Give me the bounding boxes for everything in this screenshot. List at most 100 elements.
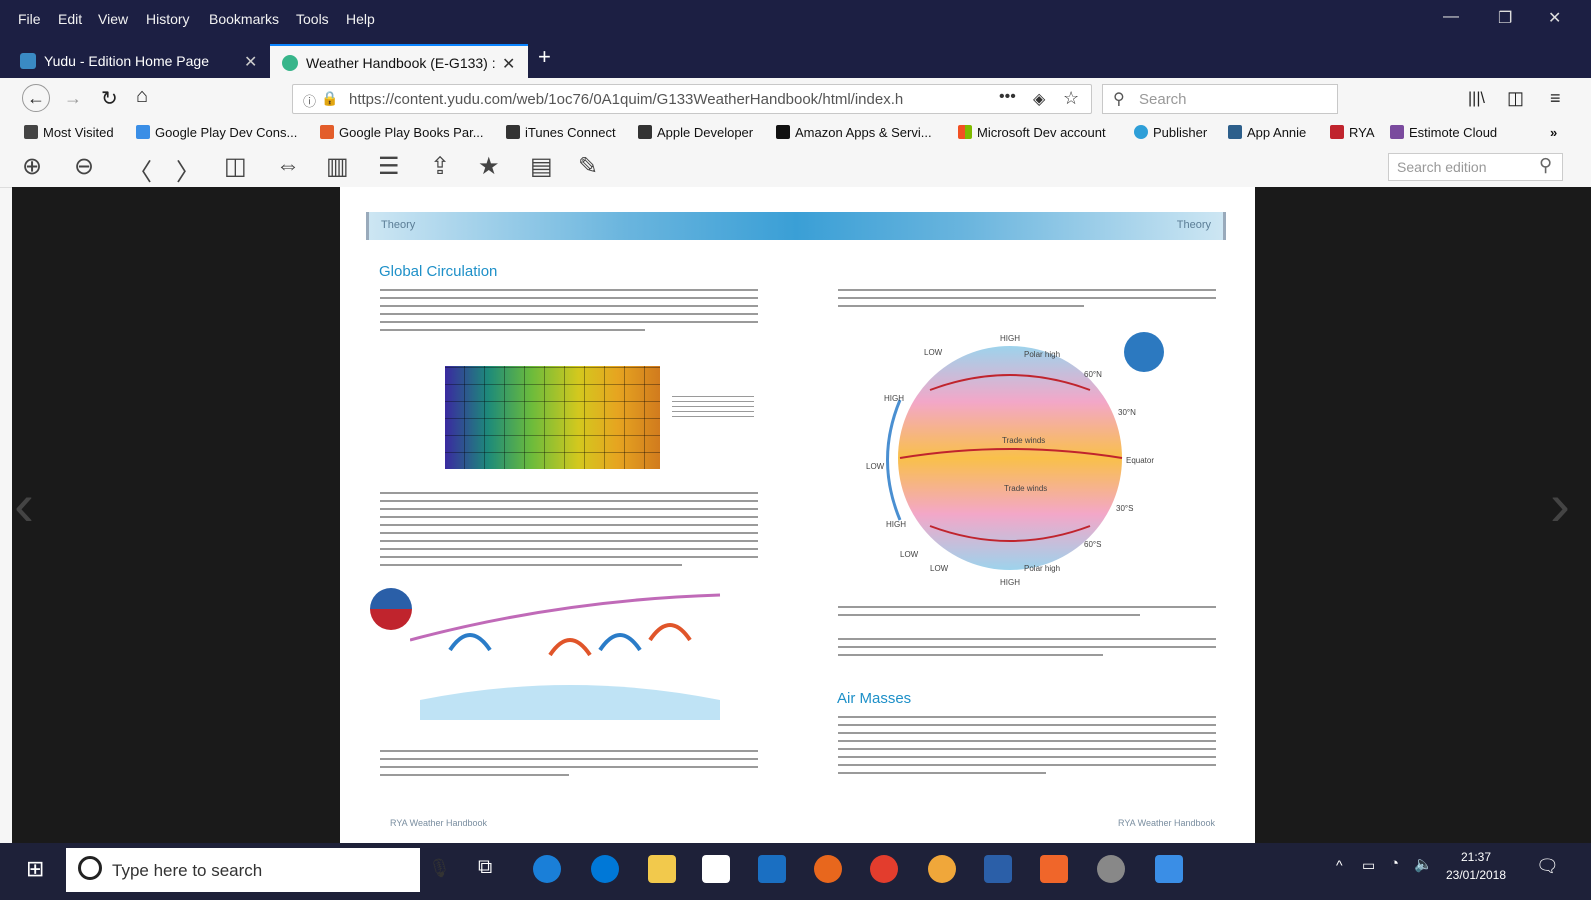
previous-page-arrow[interactable]: ‹ [14,470,34,539]
menu-file[interactable]: File [18,11,41,27]
home-button[interactable]: ⌂ [136,85,148,108]
bookmarks-overflow-icon[interactable]: » [1550,125,1557,140]
wifi-icon[interactable]: ◔ [1390,855,1399,872]
firefox-icon[interactable] [814,855,842,883]
bookmark-itunes-connect[interactable]: iTunes Connect [506,125,616,140]
bookmark-amazon[interactable]: Amazon Apps & Servi... [776,125,932,140]
microphone-icon[interactable]: 🎙 [428,858,451,879]
diagram-label: HIGH [1000,334,1020,343]
library-icon[interactable]: |||\ [1468,90,1485,108]
info-icon[interactable]: ⓘ [303,91,316,110]
bookmark-most-visited[interactable]: Most Visited [24,125,114,140]
apple-icon [638,125,652,139]
url-text[interactable]: https://content.yudu.com/web/1oc76/0A1qu… [349,91,909,108]
minimize-icon[interactable]: — [1443,8,1459,26]
battery-icon[interactable]: ▭ [1362,857,1375,874]
paragraph [838,606,1216,622]
app-icon[interactable] [1097,855,1125,883]
windows-start-icon[interactable]: ⊞ [26,856,44,882]
contents-list-icon[interactable]: ☰ [378,152,400,181]
volume-icon[interactable]: 🔈 [1414,855,1433,873]
menu-history[interactable]: History [146,11,190,27]
app-icon[interactable] [1040,855,1068,883]
bookmark-estimote[interactable]: Estimote Cloud [1390,125,1497,140]
fit-width-icon[interactable]: ⇔ [276,152,300,180]
bookmark-label: RYA [1349,125,1375,140]
clock-date[interactable]: 23/01/2018 [1442,868,1510,882]
diagram-label: LOW [900,550,919,559]
clock-time[interactable]: 21:37 [1448,850,1504,864]
search-edition-input[interactable]: Search edition ⚲ [1388,153,1563,181]
menu-edit[interactable]: Edit [58,11,82,27]
bookmark-publisher[interactable]: Publisher [1134,125,1207,140]
zoom-out-icon[interactable]: ⊖ [74,152,94,181]
file-explorer-icon[interactable] [648,855,676,883]
bookmark-app-annie[interactable]: App Annie [1228,125,1306,140]
search-edition-placeholder: Search edition [1397,159,1487,175]
diagram-label: Trade winds [1002,436,1046,445]
tab-weather-handbook[interactable]: Weather Handbook (E-G133) : ✕ [270,44,528,78]
previous-page-icon[interactable]: 〈 [128,152,152,187]
chrome-icon[interactable] [870,855,898,883]
menu-bookmarks[interactable]: Bookmarks [209,11,279,27]
close-tab-icon[interactable]: ✕ [244,52,257,72]
menu-help[interactable]: Help [346,11,375,27]
globe-icon [1134,125,1148,139]
video-icon[interactable] [1124,332,1164,372]
url-bar[interactable]: ⓘ 🔒 https://content.yudu.com/web/1oc76/0… [292,84,1092,114]
bookmark-star-icon[interactable]: ☆ [1063,88,1079,109]
close-window-icon[interactable]: ✕ [1548,8,1561,28]
edge-icon[interactable] [591,855,619,883]
menu-icon[interactable]: ≡ [1550,88,1561,109]
gear-icon [24,125,38,139]
diagram-label: Trade winds [1004,484,1048,493]
bookmark-label: App Annie [1247,125,1307,140]
tab-label: Yudu - Edition Home Page [44,53,209,69]
bookmark-icon[interactable]: ★ [478,152,500,181]
page-actions-icon[interactable]: ••• [999,88,1016,106]
zoom-in-icon[interactable]: ⊕ [22,152,42,181]
bookmark-rya[interactable]: RYA [1330,125,1375,140]
forward-button[interactable]: → [64,88,82,109]
bookmark-label: Google Play Books Par... [339,125,484,140]
task-view-icon[interactable]: ⧉ [478,856,492,879]
heading-air-masses: Air Masses [837,690,912,707]
search-input[interactable]: ⚲ Search [1102,84,1338,114]
menu-view[interactable]: View [98,11,128,27]
search-icon[interactable]: ⚲ [1539,155,1552,176]
two-page-view-icon[interactable]: ◫ [224,152,247,181]
calculator-icon[interactable] [984,855,1012,883]
bookmark-google-play-books[interactable]: Google Play Books Par... [320,125,484,140]
close-tab-icon[interactable]: ✕ [502,54,515,74]
archive-icon[interactable]: ▤ [530,152,553,181]
back-button[interactable]: ← [22,84,50,112]
reload-button[interactable]: ↻ [101,86,118,111]
firefox-window: File Edit View History Bookmarks Tools H… [0,0,1591,900]
next-page-arrow[interactable]: › [1550,470,1570,539]
new-tab-button[interactable]: + [538,44,551,70]
restore-icon[interactable]: ❐ [1498,8,1512,28]
notifications-icon[interactable]: 🗨 [1536,856,1559,877]
taskbar-search-box[interactable]: Type here to search 🎙 [66,848,451,892]
tray-chevron-icon[interactable]: ^ [1336,857,1343,873]
diagram-label: 30°N [1118,408,1136,417]
menu-tools[interactable]: Tools [296,11,329,27]
bookmark-apple-developer[interactable]: Apple Developer [638,125,753,140]
bookmark-label: Amazon Apps & Servi... [795,125,932,140]
tab-yudu-home[interactable]: Yudu - Edition Home Page ✕ [8,44,270,78]
app-icon[interactable] [928,855,956,883]
store-icon[interactable] [702,855,730,883]
app-icon[interactable] [1155,855,1183,883]
notes-icon[interactable]: ✎ [578,152,598,181]
share-icon[interactable]: ⇪ [430,152,450,181]
sidebar-icon[interactable]: ◫ [1507,88,1524,109]
thumbnails-icon[interactable]: ▥ [326,152,349,181]
estimote-icon [1390,125,1404,139]
outlook-icon[interactable] [758,855,786,883]
bookmark-microsoft-dev[interactable]: Microsoft Dev account [958,125,1106,140]
next-page-icon[interactable]: 〉 [176,152,200,187]
bookmark-google-play-dev[interactable]: Google Play Dev Cons... [136,125,297,140]
paragraph [838,638,1216,662]
internet-explorer-icon[interactable] [533,855,561,883]
pocket-icon[interactable]: ◈ [1033,89,1045,109]
